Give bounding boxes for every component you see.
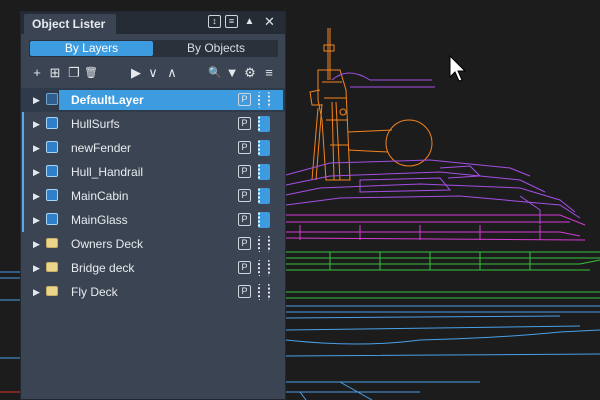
- layer-name: MainGlass: [71, 213, 128, 227]
- visibility-toggle[interactable]: [258, 164, 270, 180]
- print-toggle-button[interactable]: P: [238, 261, 251, 274]
- layer-row[interactable]: ▶ newFender P: [21, 136, 285, 160]
- play-icon[interactable]: ▶: [128, 64, 144, 82]
- expand-arrow-icon[interactable]: ▶: [33, 262, 40, 274]
- visibility-toggle[interactable]: [258, 212, 270, 228]
- expand-arrow-icon[interactable]: ▶: [33, 190, 40, 202]
- add-sublayer-icon[interactable]: ⊞: [47, 64, 63, 82]
- layer-row[interactable]: ▶ HullSurfs P: [21, 112, 285, 136]
- sort-icon[interactable]: ↕: [208, 15, 221, 28]
- pointer-cursor-icon: [449, 55, 467, 82]
- layer-icon: [46, 117, 58, 129]
- add-icon[interactable]: +: [29, 64, 45, 82]
- folder-icon: [46, 286, 58, 296]
- print-toggle-button[interactable]: P: [238, 165, 251, 178]
- by-layers-button[interactable]: By Layers: [30, 41, 153, 56]
- search-icon[interactable]: 🔍: [207, 64, 223, 82]
- copy-icon[interactable]: ❐: [66, 64, 82, 82]
- expand-arrow-icon[interactable]: ▶: [33, 94, 40, 106]
- cabin-outline: [285, 72, 581, 224]
- expand-arrow-icon[interactable]: ▶: [33, 118, 40, 130]
- layer-toolbar: + ⊞ ❐ 🗑 ▶ ∨ ∧ 🔍 ▼ ⚙ ≡: [21, 64, 285, 82]
- layer-name: HullSurfs: [71, 117, 120, 131]
- layer-row[interactable]: ▶ DefaultLayer P: [21, 88, 285, 112]
- expand-arrow-icon[interactable]: ▶: [33, 214, 40, 226]
- row-marker: [22, 112, 24, 136]
- layer-icon: [46, 93, 58, 105]
- row-marker: [22, 160, 24, 184]
- mast: [309, 28, 433, 181]
- folder-icon: [46, 238, 58, 248]
- layer-name: Fly Deck: [71, 285, 118, 299]
- collapse-icon[interactable]: ▲: [243, 15, 256, 28]
- layer-icon: [46, 213, 58, 225]
- menu-icon[interactable]: ≡: [261, 64, 277, 82]
- panel-titlebar: Object Lister ↕ ≡ ▲ ✕: [21, 12, 285, 34]
- layer-name: Owners Deck: [71, 237, 144, 251]
- layer-row[interactable]: ▶ Owners Deck P: [21, 232, 285, 256]
- row-marker: [22, 208, 24, 232]
- visibility-toggle[interactable]: [258, 116, 270, 132]
- chevron-down-icon[interactable]: ∨: [145, 64, 161, 82]
- object-lister-panel: Object Lister ↕ ≡ ▲ ✕ By Layers By Objec…: [20, 11, 286, 400]
- layer-name: Bridge deck: [71, 261, 135, 275]
- layer-row[interactable]: ▶ MainGlass P: [21, 208, 285, 232]
- layer-row[interactable]: ▶ MainCabin P: [21, 184, 285, 208]
- layer-icon: [46, 189, 58, 201]
- close-icon[interactable]: ✕: [263, 15, 276, 28]
- layer-name: MainCabin: [71, 189, 129, 203]
- print-toggle-button[interactable]: P: [238, 285, 251, 298]
- list-icon[interactable]: ≡: [225, 15, 238, 28]
- chevron-up-icon[interactable]: ∧: [164, 64, 180, 82]
- view-mode-switch: By Layers By Objects: [29, 40, 278, 57]
- layer-icon: [46, 165, 58, 177]
- by-objects-button[interactable]: By Objects: [155, 41, 277, 56]
- print-toggle-button[interactable]: P: [238, 237, 251, 250]
- layer-row[interactable]: ▶ Fly Deck P: [21, 280, 285, 304]
- visibility-toggle[interactable]: [258, 284, 270, 300]
- expand-arrow-icon[interactable]: ▶: [33, 142, 40, 154]
- panel-title[interactable]: Object Lister: [24, 14, 117, 34]
- visibility-toggle[interactable]: [258, 260, 270, 276]
- deck-outline: [286, 251, 600, 299]
- layer-name: newFender: [71, 141, 132, 155]
- gear-icon[interactable]: ⚙: [242, 64, 258, 82]
- row-marker: [22, 184, 24, 208]
- visibility-toggle[interactable]: [258, 188, 270, 204]
- print-toggle-button[interactable]: P: [238, 189, 251, 202]
- layer-row[interactable]: ▶ Bridge deck P: [21, 256, 285, 280]
- layer-row[interactable]: ▶ Hull_Handrail P: [21, 160, 285, 184]
- filter-icon[interactable]: ▼: [224, 64, 240, 82]
- visibility-toggle[interactable]: [258, 236, 270, 252]
- visibility-toggle[interactable]: [258, 140, 270, 156]
- row-marker: [22, 136, 24, 160]
- layer-icon: [46, 141, 58, 153]
- print-toggle-button[interactable]: P: [238, 141, 251, 154]
- print-toggle-button[interactable]: P: [238, 213, 251, 226]
- layer-list: ▶ DefaultLayer P ▶ HullSurfs P ▶ newFender P ▶ Hul…: [21, 88, 285, 304]
- expand-arrow-icon[interactable]: ▶: [33, 286, 40, 298]
- expand-arrow-icon[interactable]: ▶: [33, 166, 40, 178]
- layer-name: Hull_Handrail: [71, 165, 144, 179]
- expand-arrow-icon[interactable]: ▶: [33, 238, 40, 250]
- visibility-toggle[interactable]: [258, 92, 270, 108]
- delete-icon[interactable]: 🗑: [83, 64, 99, 82]
- folder-icon: [46, 262, 58, 272]
- layer-name: DefaultLayer: [71, 93, 144, 107]
- print-toggle-button[interactable]: P: [238, 93, 251, 106]
- print-toggle-button[interactable]: P: [238, 117, 251, 130]
